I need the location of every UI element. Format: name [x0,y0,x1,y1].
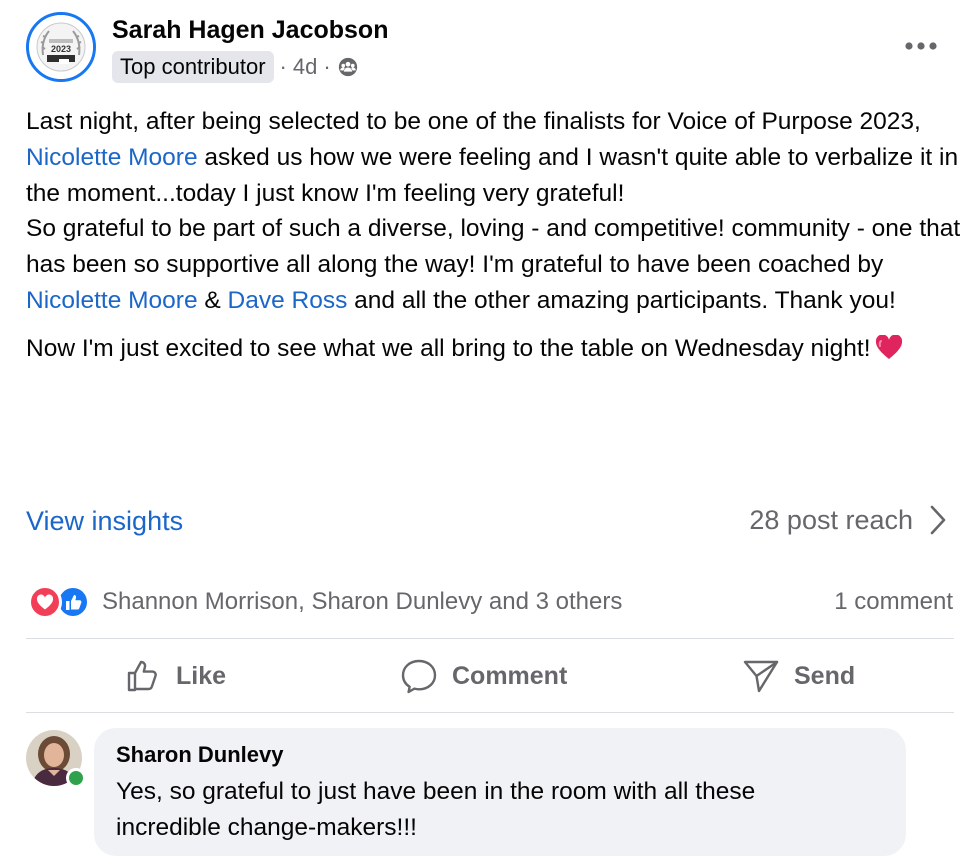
meta-separator: · [323,54,331,79]
speech-bubble-icon [401,659,437,694]
meta-separator: · [279,54,287,79]
top-contributor-badge[interactable]: Top contributor [112,51,274,83]
reactions-summary-text: Shannon Morrison, Sharon Dunlevy and 3 o… [102,588,623,615]
comment-count-link[interactable]: 1 comment [834,584,953,620]
post-paragraph: Now I'm just excited to see what we all … [26,331,961,367]
reaction-icons [28,585,92,619]
comment-label: Comment [452,661,568,690]
divider [26,712,954,713]
thumbs-up-icon [127,660,157,692]
post-meta: Top contributor · 4d · [112,50,359,84]
body-text: Now I'm just excited to see what we all … [26,334,871,362]
like-label: Like [176,661,227,690]
body-text: So grateful to be part of such a diverse… [26,215,961,279]
online-status-indicator [66,768,86,788]
more-options-button[interactable] [900,32,942,60]
comment-author[interactable]: Sharon Dunlevy [116,740,884,770]
post-reach-link[interactable]: 28 post reach [749,500,947,540]
comment-button[interactable]: Comment [400,650,567,702]
love-reaction-icon [28,585,62,619]
body-text: and all the other amazing participants. … [347,286,896,314]
chevron-right-icon [930,505,946,535]
author-name[interactable]: Sarah Hagen Jacobson [112,14,388,46]
comment-bubble: Sharon Dunlevy Yes, so grateful to just … [94,728,906,856]
facebook-post: 2023 Sarah Hagen Jacobson Top contributo… [0,0,979,858]
send-label: Send [794,661,856,690]
send-button[interactable]: Send [742,650,855,702]
comment-text-line: incredible change-makers!!! [116,814,417,841]
more-horizontal-icon [905,42,937,50]
post-timestamp[interactable]: 4d [293,54,317,80]
mention-link[interactable]: Nicolette Moore [26,144,198,171]
mention-link[interactable]: Dave Ross [228,287,348,314]
post-reach-label: 28 post reach [749,505,913,535]
like-button[interactable]: Like [126,650,226,702]
body-text: Last night, after being selected to be o… [26,108,921,135]
view-insights-link[interactable]: View insights [26,502,183,540]
divider [26,638,954,639]
friends-group-icon[interactable] [337,56,359,78]
comment-text: Yes, so grateful to just have been in th… [116,774,884,846]
mention-link[interactable]: Nicolette Moore [26,287,198,314]
author-avatar[interactable]: 2023 [26,12,96,82]
voice-of-purpose-badge-icon: 2023 [29,15,93,79]
comment-text-line: Yes, so grateful to just have been in th… [116,778,756,805]
red-heart-emoji-icon [875,334,902,359]
body-text: & [197,286,228,314]
post-paragraph: Last night, after being selected to be o… [26,104,961,319]
send-icon [743,660,779,693]
post-body: Last night, after being selected to be o… [26,104,961,367]
avatar-badge-year: 2023 [51,44,71,54]
reactions-summary[interactable]: Shannon Morrison, Sharon Dunlevy and 3 o… [28,584,622,620]
